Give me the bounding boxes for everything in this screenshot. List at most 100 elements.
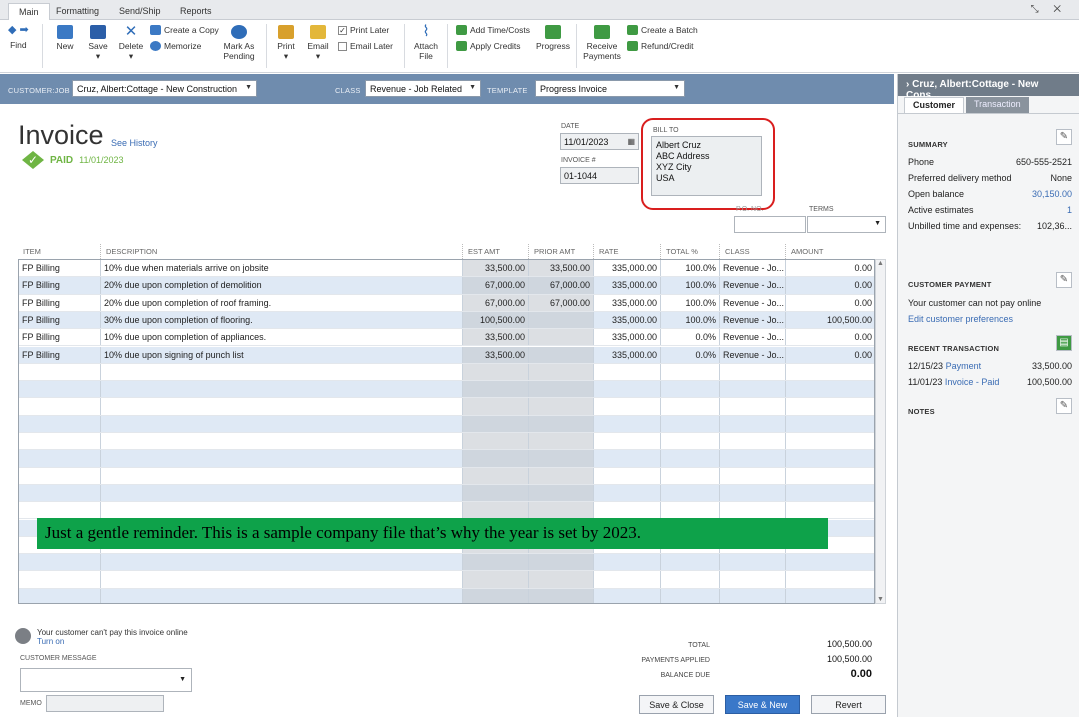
table-cell[interactable] bbox=[661, 450, 720, 467]
progress-button[interactable]: Progress bbox=[534, 25, 572, 51]
table-cell[interactable] bbox=[101, 381, 463, 398]
table-cell[interactable] bbox=[720, 571, 786, 588]
create-copy-button[interactable]: Create a Copy bbox=[150, 25, 219, 35]
table-cell[interactable] bbox=[720, 450, 786, 467]
table-cell[interactable] bbox=[101, 398, 463, 415]
active-estimates-link[interactable]: 1 bbox=[1067, 205, 1072, 215]
customer-message-select[interactable]: ▼ bbox=[20, 668, 192, 692]
column-header[interactable]: TOTAL % bbox=[660, 244, 719, 259]
table-cell[interactable] bbox=[463, 571, 529, 588]
column-header[interactable]: DESCRIPTION bbox=[100, 244, 462, 259]
add-time-costs-button[interactable]: Add Time/Costs bbox=[456, 25, 530, 35]
report-icon[interactable]: ▤ bbox=[1056, 335, 1072, 351]
tab-transaction[interactable]: Transaction bbox=[966, 97, 1029, 113]
save-close-button[interactable]: Save & Close bbox=[639, 695, 714, 714]
table-cell[interactable]: 100.0% bbox=[661, 311, 720, 329]
table-cell[interactable]: 30% due upon completion of flooring. bbox=[101, 311, 463, 329]
table-cell[interactable] bbox=[101, 554, 463, 571]
table-cell[interactable]: 33,500.00 bbox=[529, 260, 594, 277]
table-cell[interactable] bbox=[661, 484, 720, 502]
panel-title[interactable]: › Cruz, Albert:Cottage - New Cons... bbox=[898, 74, 1079, 101]
table-cell[interactable] bbox=[661, 588, 720, 603]
table-cell[interactable] bbox=[101, 571, 463, 588]
transaction-link[interactable]: Payment bbox=[946, 361, 982, 371]
table-row[interactable]: FP Billing 10% due upon signing of punch … bbox=[19, 346, 874, 364]
table-cell[interactable] bbox=[529, 381, 594, 398]
tab-customer[interactable]: Customer bbox=[904, 97, 965, 113]
table-cell[interactable]: FP Billing bbox=[19, 277, 101, 294]
table-cell[interactable] bbox=[101, 363, 463, 381]
table-row[interactable] bbox=[19, 381, 874, 399]
table-cell[interactable] bbox=[463, 398, 529, 415]
table-cell[interactable] bbox=[720, 433, 786, 450]
column-header[interactable]: EST AMT bbox=[462, 244, 528, 259]
table-cell[interactable] bbox=[594, 571, 661, 588]
table-cell[interactable]: 100,500.00 bbox=[786, 312, 874, 328]
table-row[interactable] bbox=[19, 398, 874, 416]
table-cell[interactable] bbox=[720, 554, 786, 571]
table-cell[interactable]: Revenue - Jo... bbox=[720, 294, 786, 311]
table-cell[interactable] bbox=[594, 554, 661, 571]
table-cell[interactable] bbox=[594, 381, 661, 398]
table-cell[interactable]: 100.0% bbox=[661, 260, 720, 277]
table-cell[interactable] bbox=[19, 363, 101, 381]
table-row[interactable]: FP Billing 10% due upon completion of app… bbox=[19, 329, 874, 347]
table-cell[interactable] bbox=[463, 467, 529, 484]
column-header[interactable]: CLASS bbox=[719, 244, 785, 259]
table-cell[interactable] bbox=[101, 588, 463, 603]
table-cell[interactable]: Revenue - Jo... bbox=[720, 346, 786, 363]
table-cell[interactable] bbox=[529, 415, 594, 432]
table-cell[interactable] bbox=[529, 329, 594, 346]
table-cell[interactable]: 100,500.00 bbox=[463, 311, 529, 329]
table-cell[interactable] bbox=[786, 416, 874, 432]
table-cell[interactable]: FP Billing bbox=[19, 294, 101, 311]
table-cell[interactable] bbox=[661, 363, 720, 381]
table-cell[interactable] bbox=[463, 484, 529, 502]
table-cell[interactable]: 0.00 bbox=[786, 260, 874, 276]
table-cell[interactable]: 335,000.00 bbox=[594, 294, 661, 311]
table-cell[interactable] bbox=[786, 468, 874, 484]
table-cell[interactable] bbox=[720, 363, 786, 381]
table-cell[interactable] bbox=[594, 484, 661, 502]
receive-payments-button[interactable]: Receive Payments bbox=[582, 25, 622, 61]
mark-pending-button[interactable]: Mark As Pending bbox=[220, 25, 258, 61]
chevron-right-icon[interactable]: › bbox=[906, 79, 909, 90]
table-cell[interactable] bbox=[661, 381, 720, 398]
email-later-checkbox[interactable]: Email Later bbox=[338, 41, 393, 51]
table-cell[interactable] bbox=[463, 554, 529, 571]
table-cell[interactable] bbox=[529, 433, 594, 450]
table-row[interactable] bbox=[19, 554, 874, 572]
table-cell[interactable] bbox=[101, 415, 463, 432]
save-new-button[interactable]: Save & New bbox=[725, 695, 800, 714]
table-cell[interactable]: 0.0% bbox=[661, 346, 720, 363]
template-select[interactable]: Progress Invoice ▼ bbox=[535, 80, 685, 97]
table-cell[interactable]: 0.00 bbox=[786, 329, 874, 345]
table-cell[interactable] bbox=[101, 450, 463, 467]
memorize-button[interactable]: Memorize bbox=[150, 41, 201, 51]
table-cell[interactable] bbox=[661, 433, 720, 450]
table-cell[interactable] bbox=[594, 588, 661, 603]
edit-pencil-icon[interactable]: ✎ bbox=[1056, 398, 1072, 414]
table-cell[interactable] bbox=[661, 398, 720, 415]
table-cell[interactable] bbox=[463, 433, 529, 450]
table-cell[interactable]: FP Billing bbox=[19, 260, 101, 277]
column-header[interactable]: RATE bbox=[593, 244, 660, 259]
column-header[interactable]: PRIOR AMT bbox=[528, 244, 593, 259]
table-row[interactable] bbox=[19, 363, 874, 382]
table-cell[interactable] bbox=[786, 381, 874, 397]
table-cell[interactable] bbox=[786, 364, 874, 380]
table-cell[interactable]: FP Billing bbox=[19, 346, 101, 363]
table-cell[interactable] bbox=[786, 589, 874, 603]
table-cell[interactable] bbox=[101, 502, 463, 519]
table-cell[interactable] bbox=[529, 484, 594, 502]
table-cell[interactable]: FP Billing bbox=[19, 311, 101, 329]
table-cell[interactable]: 33,500.00 bbox=[463, 260, 529, 277]
table-cell[interactable] bbox=[101, 484, 463, 502]
table-cell[interactable] bbox=[19, 484, 101, 502]
table-cell[interactable] bbox=[529, 346, 594, 363]
table-cell[interactable]: 10% due when materials arrive on jobsite bbox=[101, 260, 463, 277]
table-row[interactable]: FP Billing 10% due when materials arrive … bbox=[19, 260, 874, 278]
table-row[interactable] bbox=[19, 467, 874, 485]
table-scrollbar[interactable]: ▲ ▼ bbox=[875, 259, 886, 604]
table-cell[interactable] bbox=[529, 571, 594, 588]
